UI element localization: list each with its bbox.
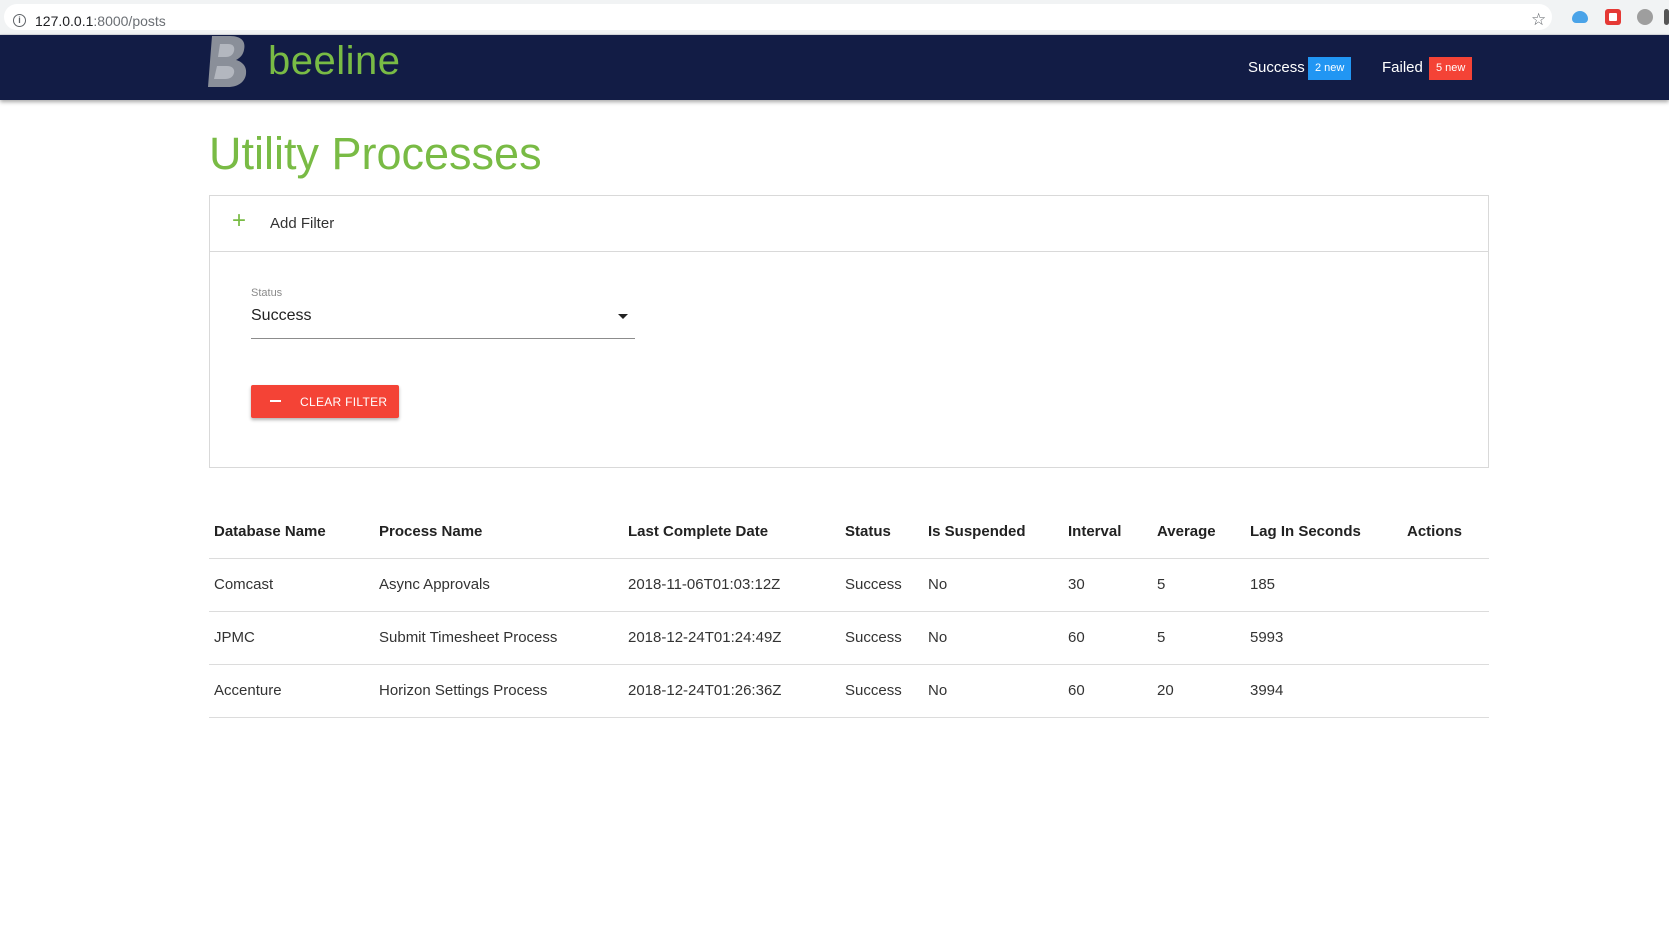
col-status[interactable]: Status xyxy=(840,505,923,559)
failed-new-badge: 5 new xyxy=(1429,57,1473,80)
add-filter-label[interactable]: Add Filter xyxy=(270,215,334,232)
cell-actions xyxy=(1402,664,1489,718)
cell-average: 5 xyxy=(1152,558,1245,612)
page-title: Utility Processes xyxy=(209,128,542,179)
status-select-value: Success xyxy=(251,307,312,324)
clear-filter-button[interactable]: CLEAR FILTER xyxy=(251,385,399,418)
cell-database-name: JPMC xyxy=(209,611,374,665)
cell-interval: 60 xyxy=(1063,664,1152,718)
cell-status: Success xyxy=(840,664,923,718)
url-path: :8000/posts xyxy=(93,13,166,29)
url-text[interactable]: 127.0.0.1:8000/posts xyxy=(35,13,166,29)
success-new-badge: 2 new xyxy=(1308,57,1352,80)
cell-is-suspended: No xyxy=(923,558,1063,612)
plus-icon[interactable]: + xyxy=(232,209,246,233)
cell-status: Success xyxy=(840,611,923,665)
nav-failed-link[interactable]: Failed xyxy=(1382,59,1423,76)
col-last-complete-date[interactable]: Last Complete Date xyxy=(623,505,840,559)
bookmark-star-icon[interactable]: ☆ xyxy=(1531,10,1546,30)
info-icon[interactable]: i xyxy=(13,14,26,27)
address-bar[interactable]: i 127.0.0.1:8000/posts ☆ xyxy=(4,4,1552,30)
col-database-name[interactable]: Database Name xyxy=(209,505,374,559)
table-header-row: Database Name Process Name Last Complete… xyxy=(209,505,1489,559)
cell-status: Success xyxy=(840,558,923,612)
cell-is-suspended: No xyxy=(923,664,1063,718)
cloud-extension-icon[interactable] xyxy=(1572,11,1588,23)
col-lag-in-seconds[interactable]: Lag In Seconds xyxy=(1245,505,1402,559)
cell-lag-in-seconds: 3994 xyxy=(1245,664,1402,718)
add-filter-header[interactable]: + Add Filter xyxy=(210,196,1488,252)
cell-actions xyxy=(1402,558,1489,612)
cell-process-name: Submit Timesheet Process xyxy=(374,611,623,665)
cell-last-complete-date: 2018-12-24T01:26:36Z xyxy=(623,664,840,718)
cell-process-name: Async Approvals xyxy=(374,558,623,612)
circle-extension-icon[interactable] xyxy=(1637,9,1653,25)
processes-table: Database Name Process Name Last Complete… xyxy=(209,505,1489,718)
cell-process-name: Horizon Settings Process xyxy=(374,664,623,718)
table-row[interactable]: JPMC Submit Timesheet Process 2018-12-24… xyxy=(209,611,1489,665)
cell-lag-in-seconds: 5993 xyxy=(1245,611,1402,665)
table-row[interactable]: Comcast Async Approvals 2018-11-06T01:03… xyxy=(209,558,1489,612)
cell-actions xyxy=(1402,611,1489,665)
col-actions: Actions xyxy=(1402,505,1489,559)
cell-database-name: Accenture xyxy=(209,664,374,718)
cell-last-complete-date: 2018-12-24T01:24:49Z xyxy=(623,611,840,665)
col-process-name[interactable]: Process Name xyxy=(374,505,623,559)
col-interval[interactable]: Interval xyxy=(1063,505,1152,559)
beeline-logo-icon[interactable] xyxy=(208,36,248,87)
cell-lag-in-seconds: 185 xyxy=(1245,558,1402,612)
minus-icon xyxy=(270,400,281,402)
browser-toolbar: i 127.0.0.1:8000/posts ☆ xyxy=(0,0,1669,35)
cell-is-suspended: No xyxy=(923,611,1063,665)
office-extension-icon[interactable] xyxy=(1605,9,1621,25)
col-average[interactable]: Average xyxy=(1152,505,1245,559)
extension-icon[interactable] xyxy=(1664,9,1669,25)
url-host: 127.0.0.1 xyxy=(35,13,94,29)
logo-text[interactable]: beeline xyxy=(268,39,401,84)
dropdown-caret-icon[interactable] xyxy=(618,314,628,319)
filter-panel: + Add Filter Status Success CLEAR FILTER xyxy=(209,195,1489,468)
app-header: beeline Success 2 new Failed 5 new xyxy=(0,35,1669,100)
cell-average: 20 xyxy=(1152,664,1245,718)
col-is-suspended[interactable]: Is Suspended xyxy=(923,505,1063,559)
status-field-label: Status xyxy=(251,287,283,299)
cell-interval: 60 xyxy=(1063,611,1152,665)
table-row[interactable]: Accenture Horizon Settings Process 2018-… xyxy=(209,664,1489,718)
cell-interval: 30 xyxy=(1063,558,1152,612)
clear-filter-label: CLEAR FILTER xyxy=(300,395,388,409)
cell-last-complete-date: 2018-11-06T01:03:12Z xyxy=(623,558,840,612)
cell-database-name: Comcast xyxy=(209,558,374,612)
nav-success-link[interactable]: Success xyxy=(1248,59,1305,76)
status-select[interactable]: Success xyxy=(251,302,635,339)
cell-average: 5 xyxy=(1152,611,1245,665)
